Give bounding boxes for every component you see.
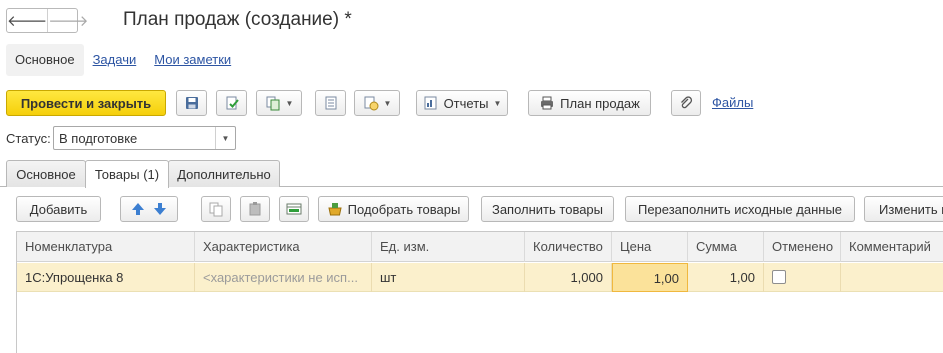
- document-clock-icon: [364, 96, 379, 111]
- cell-nomenclature[interactable]: 1С:Упрощенка 8: [17, 263, 195, 292]
- column-header[interactable]: Номенклатура: [17, 232, 195, 262]
- basket-icon: [328, 203, 342, 216]
- post-button[interactable]: [216, 90, 247, 116]
- column-header[interactable]: Характеристика: [195, 232, 372, 262]
- cell-quantity[interactable]: 1,000: [525, 263, 612, 292]
- fill-goods-button[interactable]: Заполнить товары: [481, 196, 614, 222]
- arrow-up-icon[interactable]: [130, 201, 146, 217]
- refill-source-label: Перезаполнить исходные данные: [637, 201, 843, 217]
- copy-button[interactable]: [201, 196, 231, 222]
- chevron-down-icon: ▼: [493, 98, 502, 108]
- paste-icon: [249, 202, 261, 216]
- save-button[interactable]: [176, 90, 207, 116]
- printer-icon: [541, 96, 554, 110]
- goods-toolbar: Добавить Подобрать товары Заполнить това…: [16, 196, 943, 222]
- tab-additional[interactable]: Дополнительно: [168, 160, 280, 187]
- status-value: В подготовке: [59, 131, 138, 146]
- save-icon: [185, 97, 198, 109]
- print-plan-label: План продаж: [560, 95, 640, 111]
- reports-button[interactable]: Отчеты ▼: [416, 90, 508, 116]
- reports-label: Отчеты: [443, 95, 489, 111]
- page-title: План продаж (создание) *: [123, 9, 352, 30]
- copy-icon: [209, 202, 223, 217]
- paste-button[interactable]: [240, 196, 270, 222]
- tab-goods[interactable]: Товары (1): [85, 160, 169, 188]
- cell-price[interactable]: 1,00: [612, 263, 688, 292]
- print-plan-button[interactable]: План продаж: [528, 90, 651, 116]
- status-select[interactable]: В подготовке ▼: [53, 126, 236, 150]
- list-icon: [325, 96, 336, 110]
- arrow-down-icon[interactable]: [152, 201, 168, 217]
- paperclip-icon: [681, 96, 693, 109]
- column-header[interactable]: Отменено: [764, 232, 841, 262]
- status-label: Статус:: [6, 131, 51, 146]
- column-header[interactable]: Цена: [612, 232, 688, 262]
- cell-sum[interactable]: 1,00: [688, 263, 764, 292]
- column-header[interactable]: Комментарий: [841, 232, 943, 262]
- chevron-down-icon[interactable]: ▼: [215, 127, 235, 149]
- chevron-down-icon: ▼: [285, 98, 294, 108]
- chevron-down-icon: ▼: [383, 98, 392, 108]
- tab-main[interactable]: Основное: [6, 160, 86, 187]
- create-based-icon: [266, 96, 280, 111]
- back-arrow-icon[interactable]: 🡐: [7, 9, 47, 32]
- forward-arrow-icon[interactable]: 🡒: [47, 9, 88, 32]
- fill-goods-label: Заполнить товары: [491, 201, 604, 217]
- create-based-on-button[interactable]: ▼: [256, 90, 302, 116]
- column-header[interactable]: Сумма: [688, 232, 764, 262]
- column-header[interactable]: Количество: [525, 232, 612, 262]
- section-notes[interactable]: Мои заметки: [145, 44, 240, 76]
- goods-table: Номенклатура Характеристика Ед. изм. Кол…: [16, 231, 943, 353]
- post-and-close-label: Провести и закрыть: [20, 95, 152, 111]
- cell-comment[interactable]: [841, 263, 943, 292]
- change-label: Изменить к: [879, 201, 943, 217]
- cell-unit[interactable]: шт: [372, 263, 525, 292]
- files-link[interactable]: Файлы: [712, 95, 753, 110]
- table-settings-button[interactable]: [279, 196, 309, 222]
- attach-button[interactable]: [671, 90, 701, 116]
- cell-characteristic[interactable]: <характеристики не исп...: [195, 263, 372, 292]
- post-and-close-button[interactable]: Провести и закрыть: [6, 90, 166, 116]
- section-tasks[interactable]: Задачи: [84, 44, 146, 76]
- table-edit-icon: [286, 203, 302, 215]
- history-nav: 🡐 🡒: [6, 8, 88, 33]
- pick-goods-label: Подобрать товары: [347, 201, 461, 217]
- change-button[interactable]: Изменить к: [864, 196, 943, 222]
- more-actions-button[interactable]: ▼: [354, 90, 400, 116]
- cancelled-checkbox[interactable]: [772, 270, 786, 284]
- column-header[interactable]: Ед. изм.: [372, 232, 525, 262]
- section-tabs: Основное Задачи Мои заметки: [6, 44, 240, 76]
- post-document-icon: [226, 96, 239, 110]
- pick-goods-button[interactable]: Подобрать товары: [318, 196, 469, 222]
- structure-button[interactable]: [315, 90, 346, 116]
- table-header: Номенклатура Характеристика Ед. изм. Кол…: [17, 232, 943, 262]
- add-button[interactable]: Добавить: [16, 196, 101, 222]
- table-row[interactable]: 1С:Упрощенка 8 <характеристики не исп...…: [17, 263, 943, 292]
- report-icon: [424, 96, 437, 110]
- add-label: Добавить: [29, 201, 88, 217]
- refill-source-button[interactable]: Перезаполнить исходные данные: [625, 196, 855, 222]
- cell-cancelled: [764, 263, 841, 292]
- section-main[interactable]: Основное: [6, 44, 84, 76]
- move-buttons: [120, 196, 178, 222]
